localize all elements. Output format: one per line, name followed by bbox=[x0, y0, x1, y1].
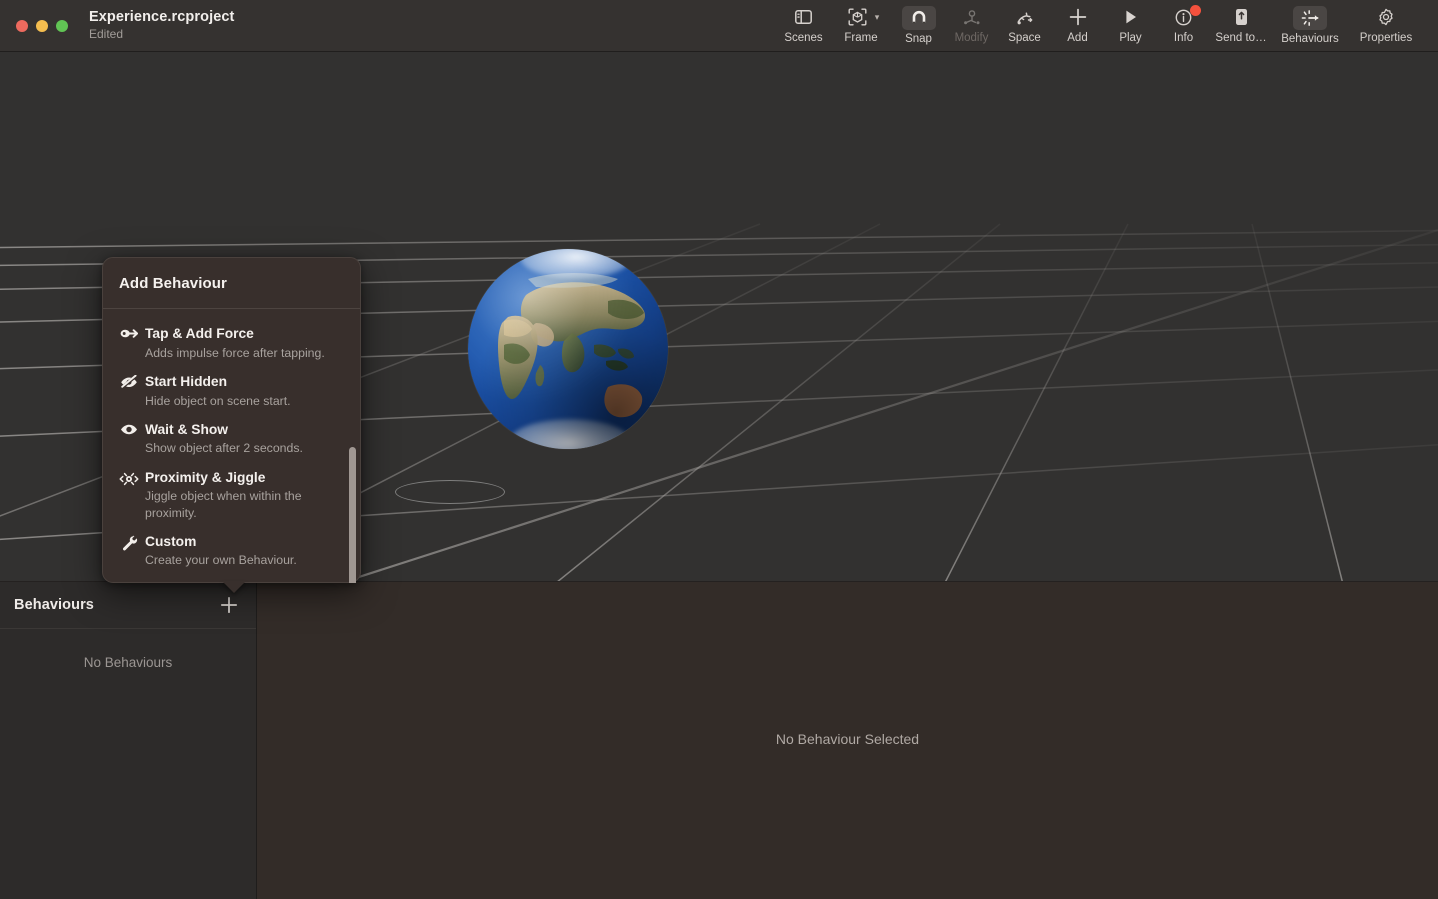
magnet-icon bbox=[901, 5, 936, 30]
toolbar-label: Behaviours bbox=[1281, 32, 1339, 45]
toolbar-label: Play bbox=[1119, 31, 1142, 44]
close-window-button[interactable] bbox=[16, 19, 28, 32]
behaviours-panel: Behaviours No Behaviours No Behaviour Se… bbox=[0, 581, 1438, 899]
sidebar-icon bbox=[789, 6, 819, 29]
popover-item-description: Show object after 2 seconds. bbox=[145, 441, 303, 456]
popover-item-description: Hide object on scene start. bbox=[145, 393, 291, 408]
document-title-block: Experience.rcproject Edited bbox=[89, 8, 235, 42]
info-icon bbox=[1169, 4, 1201, 29]
popover-item-text: Start Hidden Hide object on scene start. bbox=[141, 373, 291, 409]
toolbar-button-scenes[interactable]: Scenes bbox=[777, 0, 830, 52]
toolbar-button-add[interactable]: Add bbox=[1051, 0, 1104, 52]
minimize-window-button[interactable] bbox=[36, 19, 48, 32]
reality-composer-window: Experience.rcproject Edited Scenes ▾ Fra… bbox=[0, 0, 1438, 899]
plus-icon bbox=[1063, 6, 1093, 29]
toolbar-label: Modify bbox=[954, 31, 989, 44]
popover-item-description: Adds impulse force after tapping. bbox=[145, 345, 325, 360]
earth-globe-object[interactable] bbox=[468, 249, 668, 449]
play-icon bbox=[1116, 6, 1146, 29]
toolbar-label: Snap bbox=[905, 32, 932, 45]
behaviours-empty-state: No Behaviours bbox=[83, 655, 173, 670]
toolbar-button-frame[interactable]: ▾ Frame bbox=[830, 0, 892, 52]
toolbar-button-send-to[interactable]: Send to… bbox=[1210, 0, 1272, 52]
popover-scrollbar[interactable] bbox=[349, 447, 356, 583]
behaviours-title: Behaviours bbox=[14, 597, 94, 613]
maximize-window-button[interactable] bbox=[56, 19, 68, 32]
toolbar: Scenes ▾ Frame Snap Modify Space Add Pla… bbox=[777, 0, 1438, 52]
space-icon bbox=[1010, 6, 1040, 29]
chevron-down-icon[interactable]: ▾ bbox=[875, 12, 880, 22]
toolbar-button-play[interactable]: Play bbox=[1104, 0, 1157, 52]
toolbar-button-properties[interactable]: Properties bbox=[1348, 0, 1424, 52]
popover-title: Add Behaviour bbox=[119, 274, 227, 292]
info-notification-badge bbox=[1189, 4, 1201, 16]
popover-header: Add Behaviour bbox=[103, 258, 360, 309]
eye-slash-icon bbox=[117, 373, 141, 389]
popover-item-description: Create your own Behaviour. bbox=[145, 553, 297, 568]
popover-arrow bbox=[222, 581, 246, 593]
proximity-icon bbox=[117, 469, 141, 487]
toolbar-label: Info bbox=[1173, 31, 1194, 44]
tap-force-icon bbox=[117, 325, 141, 340]
toolbar-label: Scenes bbox=[784, 31, 823, 44]
popover-item-title: Custom bbox=[145, 533, 197, 549]
object-ground-shadow bbox=[395, 480, 505, 504]
popover-item-custom[interactable]: Custom Create your own Behaviour. bbox=[103, 527, 360, 575]
toolbar-button-space[interactable]: Space bbox=[998, 0, 1051, 52]
toolbar-label: Frame bbox=[844, 31, 878, 44]
popover-item-text: Custom Create your own Behaviour. bbox=[141, 533, 297, 569]
behaviours-list-header: Behaviours bbox=[0, 582, 256, 629]
properties-icon bbox=[1371, 6, 1401, 29]
toolbar-button-info[interactable]: Info bbox=[1157, 0, 1210, 52]
popover-item-description: Jiggle object when within the proximity. bbox=[145, 489, 302, 520]
popover-list[interactable]: Tap & Add Force Adds impulse force after… bbox=[103, 309, 360, 583]
toolbar-label: Send to… bbox=[1215, 31, 1267, 44]
popover-item-title: Start Hidden bbox=[145, 373, 228, 389]
popover-item-text: Wait & Show Show object after 2 seconds. bbox=[141, 421, 303, 457]
document-edited-status: Edited bbox=[89, 27, 124, 42]
toolbar-label: Properties bbox=[1359, 31, 1413, 44]
frame-object-icon bbox=[843, 6, 873, 29]
popover-item-title: Tap & Add Force bbox=[145, 326, 254, 341]
popover-item-title: Proximity & Jiggle bbox=[145, 469, 266, 485]
behaviours-icon bbox=[1293, 5, 1327, 30]
wrench-icon bbox=[117, 533, 141, 552]
popover-item-start-hidden[interactable]: Start Hidden Hide object on scene start. bbox=[103, 367, 360, 415]
popover-item-text: Tap & Add Force Adds impulse force after… bbox=[141, 325, 325, 361]
popover-item-title: Wait & Show bbox=[145, 421, 229, 437]
plus-icon bbox=[220, 596, 238, 614]
modify-icon bbox=[957, 6, 987, 29]
toolbar-label: Space bbox=[1008, 31, 1041, 44]
popover-item-wait-and-show[interactable]: Wait & Show Show object after 2 seconds. bbox=[103, 415, 360, 463]
popover-item-text: Proximity & Jiggle Jiggle object when wi… bbox=[141, 469, 327, 521]
behaviours-list-pane: Behaviours No Behaviours bbox=[0, 582, 257, 899]
titlebar: Experience.rcproject Edited Scenes ▾ Fra… bbox=[0, 0, 1438, 52]
popover-item-tap-and-add-force[interactable]: Tap & Add Force Adds impulse force after… bbox=[103, 319, 360, 367]
add-behaviour-button[interactable] bbox=[218, 594, 240, 616]
toolbar-label: Add bbox=[1067, 31, 1088, 44]
toolbar-button-modify[interactable]: Modify bbox=[945, 0, 998, 52]
window-controls bbox=[16, 19, 68, 32]
globe-sphere bbox=[468, 249, 668, 449]
popover-item-proximity-and-jiggle[interactable]: Proximity & Jiggle Jiggle object when wi… bbox=[103, 463, 360, 527]
behaviour-detail-pane: No Behaviour Selected bbox=[257, 582, 1438, 899]
behaviour-detail-empty-state: No Behaviour Selected bbox=[775, 731, 920, 747]
eye-icon bbox=[117, 421, 141, 436]
send-to-icon bbox=[1226, 6, 1256, 29]
document-title: Experience.rcproject bbox=[89, 8, 235, 25]
toolbar-button-behaviours[interactable]: Behaviours bbox=[1272, 0, 1348, 52]
toolbar-button-snap[interactable]: Snap bbox=[892, 0, 945, 52]
add-behaviour-popover: Add Behaviour Tap & Add Force Adds impul… bbox=[102, 257, 361, 593]
